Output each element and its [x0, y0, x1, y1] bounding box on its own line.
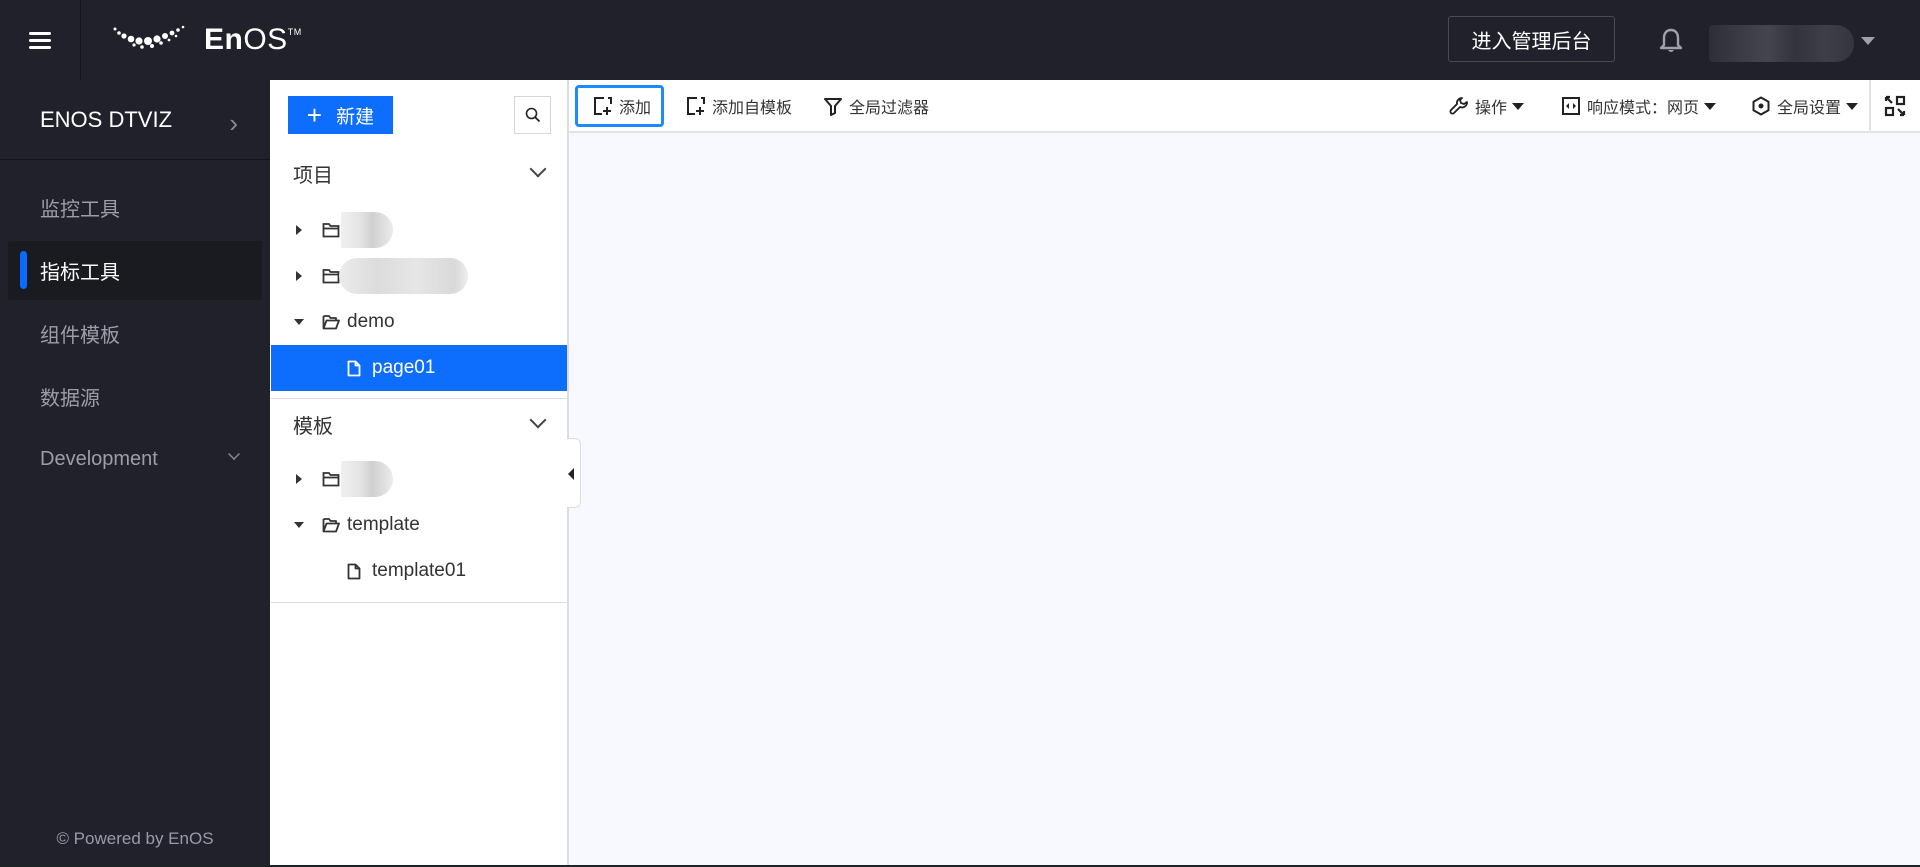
search-button[interactable]	[514, 96, 551, 134]
caret-right-icon[interactable]	[296, 225, 302, 235]
caret-down-icon	[1512, 102, 1525, 110]
admin-console-button[interactable]: 进入管理后台	[1448, 16, 1615, 62]
chevron-down-icon	[228, 448, 240, 460]
editor-toolbar: 添加 添加自模板 全局过滤器 操作 响应模式：网页 全局设置	[569, 80, 1920, 133]
redacted-folder-name	[341, 461, 393, 497]
add-label: 添加	[619, 100, 652, 117]
collapse-panel-handle[interactable]	[567, 438, 581, 508]
responsive-mode-dropdown[interactable]: 响应模式：网页	[1561, 85, 1717, 127]
plus-icon: +	[306, 100, 323, 130]
dashboard-canvas[interactable]	[569, 133, 1920, 867]
sidebar-item-label: 数据源	[40, 388, 100, 410]
add-from-template-label: 添加自模板	[712, 100, 793, 117]
tree-folder[interactable]	[271, 253, 568, 299]
caret-right-icon[interactable]	[296, 271, 302, 281]
tree-folder-label: template	[347, 514, 420, 535]
responsive-mode-label: 响应模式：网页	[1587, 100, 1700, 117]
logo-text: EnOSTM	[204, 23, 302, 56]
filter-icon	[824, 98, 842, 116]
sidebar-item-label: 指标工具	[40, 262, 120, 284]
file-icon	[347, 360, 361, 376]
tree-file-label: template01	[372, 560, 467, 581]
chevron-right-icon[interactable]: ›	[229, 108, 238, 139]
tree-folder-demo[interactable]: demo	[271, 299, 568, 345]
section-divider	[271, 602, 568, 603]
sidebar-item-label: Development	[40, 448, 158, 470]
settings-hexagon-icon	[1752, 96, 1770, 116]
editor-main: 添加 添加自模板 全局过滤器 操作 响应模式：网页 全局设置	[567, 80, 1920, 867]
tree-folder-label: demo	[347, 311, 395, 332]
tree-folder[interactable]	[271, 456, 568, 502]
caret-down-icon	[1704, 102, 1717, 110]
chevron-down-icon[interactable]	[529, 411, 547, 429]
tree-folder-template[interactable]: template	[271, 502, 568, 548]
sidebar-item-monitor-tools[interactable]: 监控工具	[8, 178, 262, 237]
tree-file-label: page01	[372, 357, 436, 378]
global-settings-dropdown[interactable]: 全局设置	[1751, 85, 1859, 127]
operations-dropdown[interactable]: 操作	[1449, 85, 1525, 127]
caret-down-icon[interactable]	[294, 319, 304, 325]
top-bar: EnOSTM 进入管理后台	[0, 0, 1920, 80]
sidebar-item-data-sources[interactable]: 数据源	[8, 367, 262, 426]
search-icon	[525, 107, 540, 123]
tree-file-template01[interactable]: template01	[271, 548, 568, 594]
hamburger-menu-button[interactable]	[0, 0, 81, 80]
app-title-text: ENOS DTVIZ	[40, 106, 173, 132]
notification-button[interactable]	[1658, 27, 1684, 55]
global-filter-button[interactable]: 全局过滤器	[823, 85, 929, 127]
projects-section-title: 项目	[293, 164, 333, 187]
caret-down-icon[interactable]	[294, 522, 304, 528]
enos-logo[interactable]: EnOSTM	[112, 20, 302, 60]
resource-tree-panel: + 新建 项目 demo page01 模板 template template…	[270, 80, 568, 867]
hamburger-icon	[29, 30, 51, 51]
chevron-down-icon[interactable]	[529, 160, 547, 178]
file-icon	[347, 563, 361, 579]
tree-folder[interactable]	[271, 207, 568, 253]
sidebar-item-label: 组件模板	[40, 325, 120, 347]
app-title[interactable]: ENOS DTVIZ ›	[0, 80, 270, 160]
bell-icon	[1659, 28, 1683, 52]
toolbar-separator	[1869, 80, 1871, 133]
powered-by-footer: © Powered by EnOS	[56, 829, 214, 848]
sidebar-item-metric-tools[interactable]: 指标工具	[8, 241, 262, 300]
folder-open-icon	[322, 315, 340, 330]
sidebar-item-label: 监控工具	[40, 199, 120, 221]
sidebar: ENOS DTVIZ › 监控工具 指标工具 组件模板 数据源 Developm…	[0, 80, 270, 867]
sidebar-item-development[interactable]: Development	[8, 430, 262, 489]
user-avatar-redacted[interactable]	[1709, 25, 1854, 62]
new-button[interactable]: + 新建	[288, 96, 393, 134]
templates-section-title: 模板	[293, 415, 333, 438]
folder-icon	[322, 269, 340, 284]
projects-section-header[interactable]: 项目	[271, 153, 568, 193]
enos-dots-logo-icon	[113, 25, 185, 49]
tree-file-page01[interactable]: page01	[271, 345, 568, 391]
templates-section-header[interactable]: 模板	[271, 404, 568, 444]
section-divider	[271, 398, 568, 399]
caret-right-icon[interactable]	[296, 474, 302, 484]
global-filter-label: 全局过滤器	[849, 100, 930, 117]
caret-down-icon[interactable]	[1861, 37, 1875, 45]
folder-icon	[322, 472, 340, 487]
operations-label: 操作	[1475, 100, 1508, 117]
global-settings-label: 全局设置	[1777, 100, 1842, 117]
new-button-label: 新建	[336, 106, 375, 128]
add-widget-button[interactable]: 添加	[575, 85, 665, 127]
add-from-template-button[interactable]: 添加自模板	[686, 85, 792, 127]
caret-down-icon	[1846, 102, 1859, 110]
wrench-icon	[1449, 97, 1468, 115]
folder-open-icon	[322, 518, 340, 533]
add-box-icon	[687, 97, 705, 115]
redacted-folder-name	[341, 212, 393, 248]
folder-icon	[322, 223, 340, 238]
fullscreen-icon	[1884, 95, 1906, 117]
add-box-icon	[594, 97, 612, 115]
responsive-icon	[1562, 97, 1580, 115]
redacted-folder-name	[339, 258, 468, 294]
fullscreen-button[interactable]	[1884, 85, 1912, 127]
sidebar-item-component-templates[interactable]: 组件模板	[8, 304, 262, 363]
